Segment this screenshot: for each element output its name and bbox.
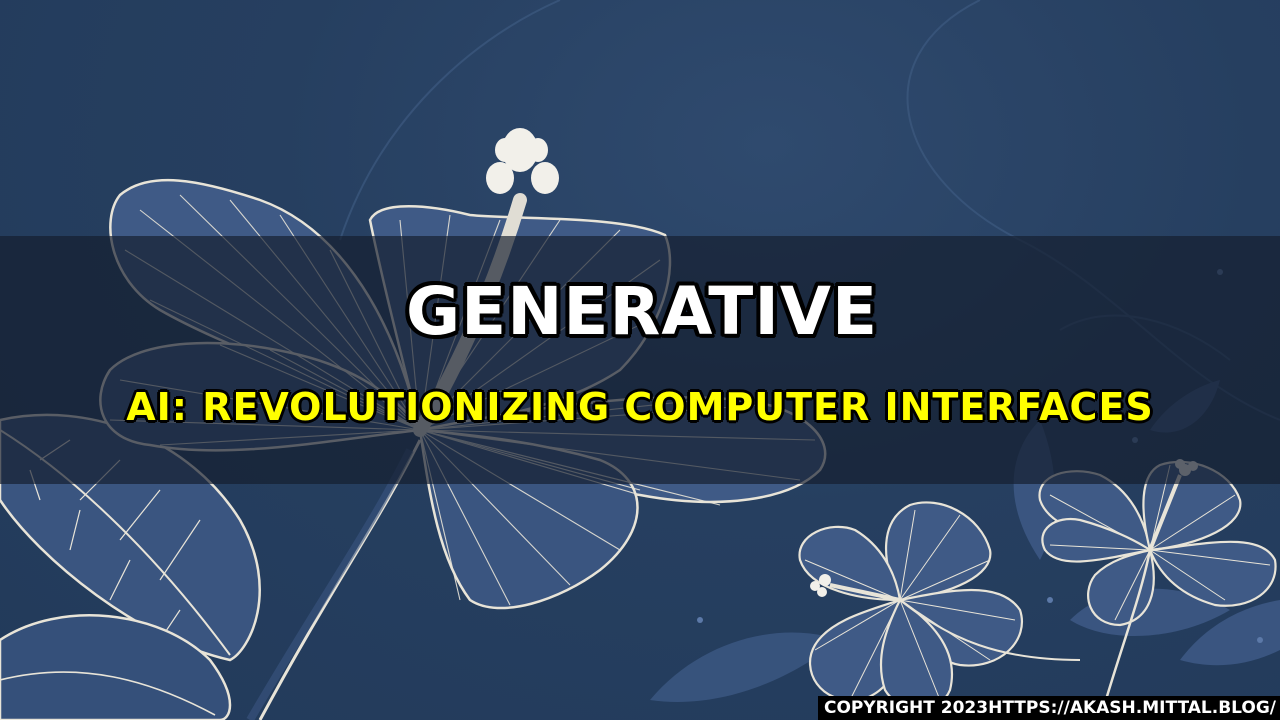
title-line-2: AI: REVOLUTIONIZING COMPUTER INTERFACES	[126, 385, 1154, 429]
stamen-tip	[486, 128, 559, 194]
copyright-badge: COPYRIGHT 2023HTTPS://AKASH.MITTAL.BLOG/	[817, 696, 1280, 720]
title-line-1: GENERATIVE	[405, 273, 879, 350]
thumbnail-canvas: GENERATIVE AI: REVOLUTIONIZING COMPUTER …	[0, 0, 1280, 720]
